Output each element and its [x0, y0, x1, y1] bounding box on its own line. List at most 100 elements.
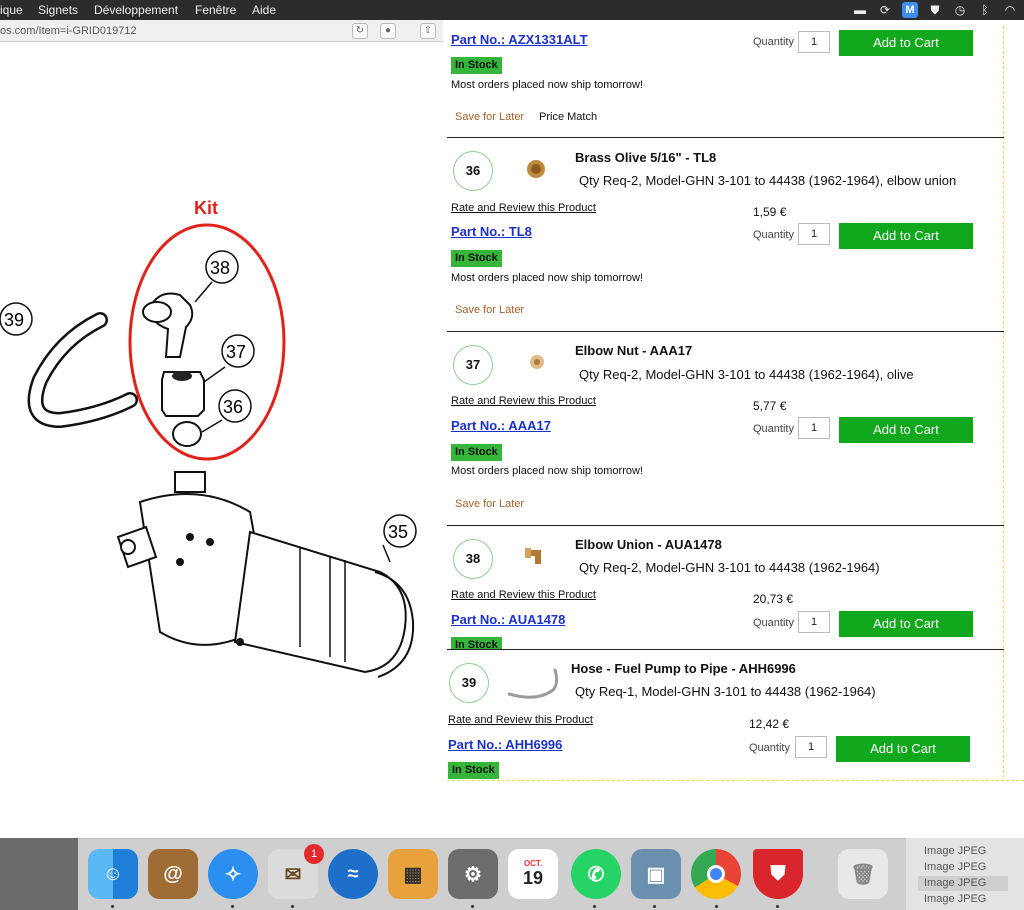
save-for-later-link[interactable]: Save for Later	[455, 304, 524, 316]
quantity-label: Quantity	[753, 36, 794, 48]
item-number-badge: 38	[453, 539, 493, 579]
menu-item-develop[interactable]: Développement	[94, 3, 178, 17]
rate-review-link[interactable]: Rate and Review this Product	[451, 589, 596, 601]
part-number-link[interactable]: Part No.: AUA1478	[451, 612, 565, 627]
shield-app-icon[interactable]: ⛊	[753, 849, 803, 899]
reader-icon[interactable]: ●	[380, 23, 396, 39]
selection-border-bottom	[447, 780, 1024, 781]
quantity-input[interactable]: 1	[795, 736, 827, 758]
trash-icon[interactable]: 🗑	[838, 849, 888, 899]
menu-bar: ique Signets Développement Fenêtre Aide …	[0, 0, 1024, 20]
menu-item-bookmarks[interactable]: Signets	[38, 3, 78, 17]
hose-thumbnail	[507, 668, 559, 699]
elbow-nut-thumbnail	[530, 355, 544, 369]
quantity-input[interactable]: 1	[798, 611, 830, 633]
qty-required: Qty Req-2, Model-GHN 3-101 to 44438 (196…	[579, 367, 914, 382]
add-to-cart-button[interactable]: Add to Cart	[839, 417, 973, 443]
price-match-link[interactable]: Price Match	[539, 111, 597, 123]
part-number-link[interactable]: Part No.: AAA17	[451, 418, 551, 433]
stock-badge: In Stock	[451, 57, 502, 74]
item-number-badge: 39	[449, 663, 489, 703]
running-indicator	[231, 905, 234, 908]
stack-item[interactable]: Image JPEG	[918, 844, 1008, 859]
rate-review-link[interactable]: Rate and Review this Product	[451, 395, 596, 407]
time-machine-icon[interactable]: ◷	[952, 2, 968, 18]
add-to-cart-button[interactable]: Add to Cart	[836, 736, 970, 762]
system-preferences-icon[interactable]: ⚙	[448, 849, 498, 899]
product-card-tl8: 36 Brass Olive 5/16" - TL8 Qty Req-2, Mo…	[447, 138, 1004, 332]
product-card-aua1478: 38 Elbow Union - AUA1478 Qty Req-2, Mode…	[447, 526, 1004, 650]
quantity-label: Quantity	[749, 742, 790, 754]
brass-olive-drawing	[172, 421, 202, 447]
callout-35-label: 35	[388, 522, 408, 542]
running-indicator	[593, 905, 596, 908]
calendar-month: OCT.	[523, 859, 543, 868]
preview-icon[interactable]: ▣	[631, 849, 681, 899]
product-card-ahh6996: 39 Hose - Fuel Pump to Pipe - AHH6996 Qt…	[447, 650, 1004, 780]
part-number-link[interactable]: Part No.: TL8	[451, 224, 532, 239]
shipping-note: Most orders placed now ship tomorrow!	[451, 79, 643, 91]
malwarebytes-icon[interactable]: M	[902, 2, 918, 18]
save-for-later-link[interactable]: Save for Later	[455, 111, 524, 123]
rate-review-link[interactable]: Rate and Review this Product	[448, 714, 593, 726]
add-to-cart-button[interactable]: Add to Cart	[839, 30, 973, 56]
add-to-cart-button[interactable]: Add to Cart	[839, 223, 973, 249]
price: 5,77 €	[753, 399, 787, 413]
shipping-note: Most orders placed now ship tomorrow!	[451, 465, 643, 477]
address-bar: os.com/Item=i-GRID019712 ↻ ● ⇧	[0, 20, 447, 42]
contacts-icon[interactable]: @	[148, 849, 198, 899]
running-indicator	[776, 905, 779, 908]
qty-required: Qty Req-1, Model-GHN 3-101 to 44438 (196…	[575, 684, 876, 699]
brass-olive-thumbnail	[527, 160, 545, 178]
downloads-stack[interactable]: Image JPEG Image JPEG Image JPEG Image J…	[906, 838, 1024, 910]
openoffice-icon[interactable]: ≈	[328, 849, 378, 899]
running-indicator	[715, 905, 718, 908]
stock-badge: In Stock	[451, 637, 502, 649]
running-indicator	[111, 905, 114, 908]
bluetooth-icon[interactable]: ᛒ	[977, 2, 993, 18]
share-icon[interactable]: ⇧	[420, 23, 436, 39]
url-field[interactable]: os.com/Item=i-GRID019712	[0, 25, 137, 37]
wifi-icon[interactable]: ◠	[1002, 2, 1018, 18]
fuel-pump-drawing	[116, 471, 415, 678]
stack-item[interactable]: Image JPEG	[918, 876, 1008, 891]
add-to-cart-button[interactable]: Add to Cart	[839, 611, 973, 637]
display-icon[interactable]: ▬	[852, 2, 868, 18]
item-number-badge: 36	[453, 151, 493, 191]
rate-review-link[interactable]: Rate and Review this Product	[451, 202, 596, 214]
price: 20,73 €	[753, 592, 794, 606]
whatsapp-icon[interactable]: ✆	[571, 849, 621, 899]
part-number-link[interactable]: Part No.: AZX1331ALT	[451, 32, 588, 47]
quantity-label: Quantity	[753, 617, 794, 629]
stock-badge: In Stock	[448, 762, 499, 779]
callout-36-label: 36	[223, 397, 243, 417]
sync-icon[interactable]: ⟳	[877, 2, 893, 18]
product-title: Hose - Fuel Pump to Pipe - AHH6996	[571, 661, 796, 676]
stack-item[interactable]: Image JPEG	[918, 860, 1008, 875]
quantity-input[interactable]: 1	[798, 223, 830, 245]
callout-39-label: 39	[4, 310, 24, 330]
quantity-input[interactable]: 1	[798, 417, 830, 439]
menu-item-app[interactable]: ique	[0, 3, 23, 17]
kit-label: Kit	[194, 198, 218, 218]
product-title: Brass Olive 5/16" - TL8	[575, 150, 717, 165]
parts-diagram: Kit 38 37 36 39 35	[0, 198, 417, 678]
reload-icon[interactable]: ↻	[352, 23, 368, 39]
finder-icon[interactable]: ☺	[88, 849, 138, 899]
save-for-later-link[interactable]: Save for Later	[455, 498, 524, 510]
mail-notification-badge: 1	[304, 844, 324, 864]
quantity-input[interactable]: 1	[798, 31, 830, 53]
shield-icon[interactable]: ⛊	[927, 2, 943, 18]
chrome-icon[interactable]	[691, 849, 741, 899]
menu-item-window[interactable]: Fenêtre	[195, 3, 236, 17]
safari-icon[interactable]: ✧	[208, 849, 258, 899]
item-number-badge: 37	[453, 345, 493, 385]
part-number-link[interactable]: Part No.: AHH6996	[448, 737, 562, 752]
stack-item[interactable]: Image JPEG	[918, 892, 1008, 907]
menu-item-help[interactable]: Aide	[252, 3, 276, 17]
calculator-icon[interactable]: ▦	[388, 849, 438, 899]
calendar-icon[interactable]: OCT. 19	[508, 849, 558, 899]
running-indicator	[471, 905, 474, 908]
price: 12,42 €	[749, 717, 790, 731]
shipping-note: Most orders placed now ship tomorrow!	[451, 272, 643, 284]
